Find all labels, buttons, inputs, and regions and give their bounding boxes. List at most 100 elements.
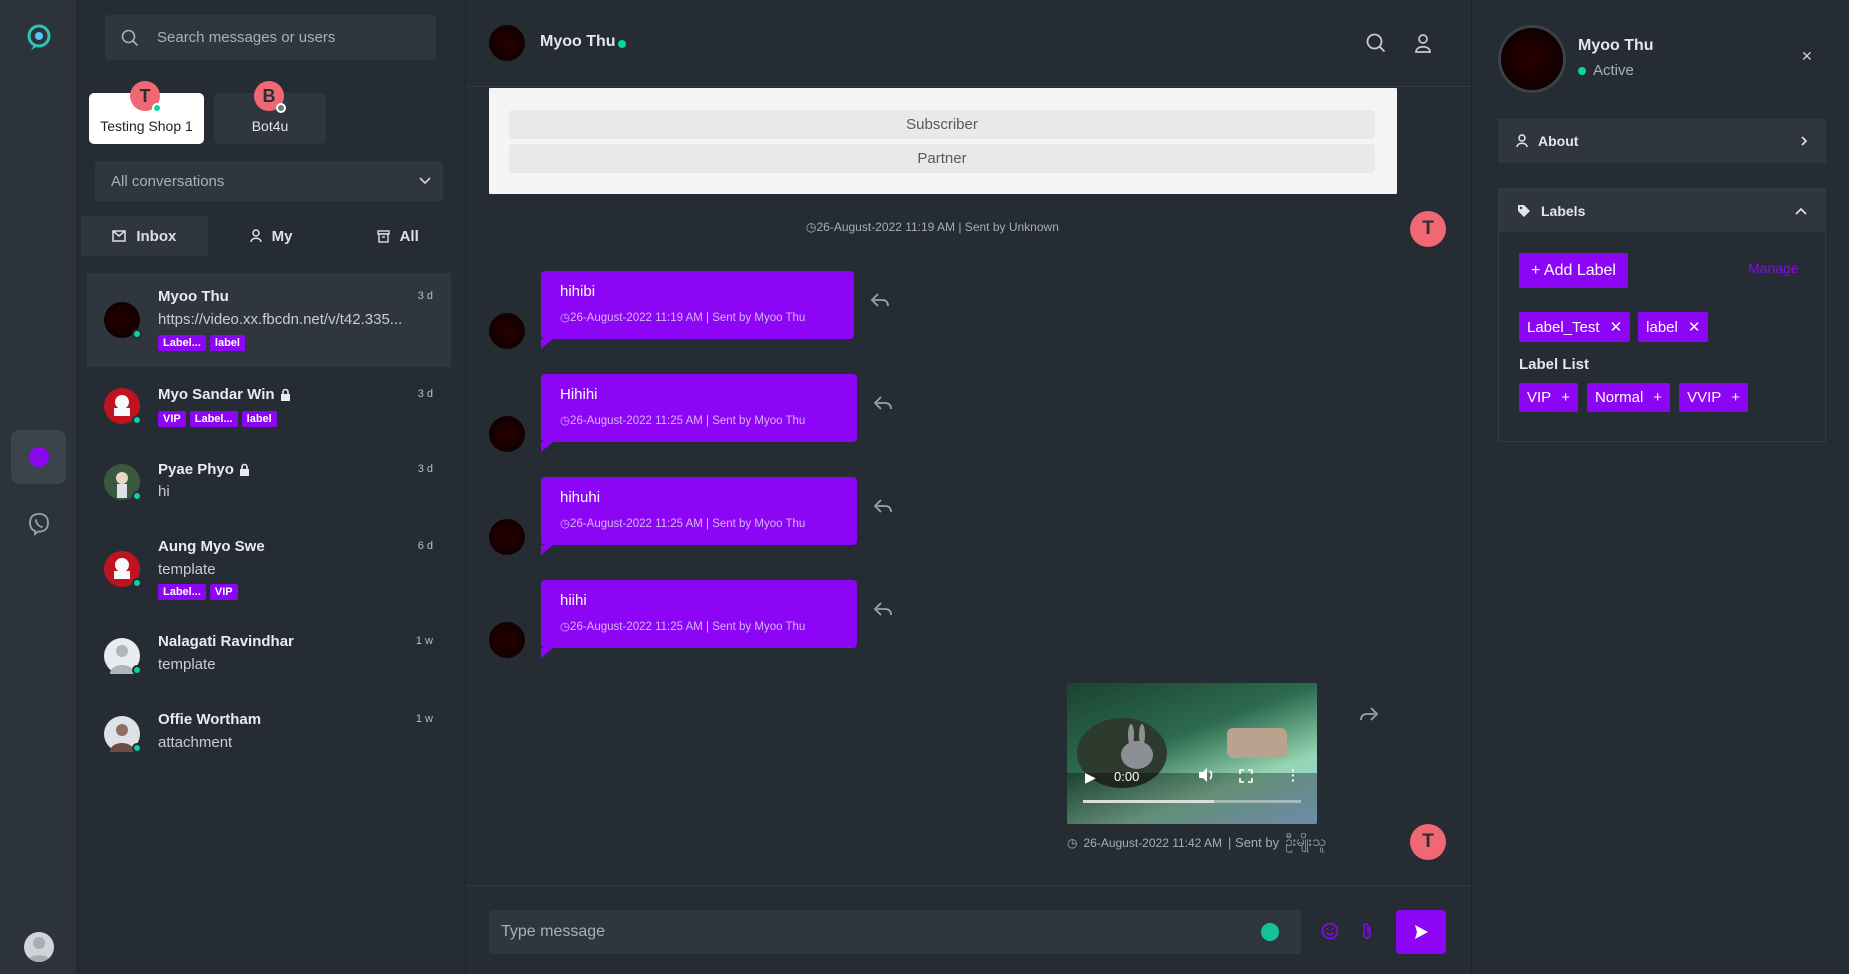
- play-icon[interactable]: ▶: [1085, 769, 1096, 786]
- forward-button[interactable]: [1359, 706, 1379, 726]
- video-progress-bar[interactable]: [1083, 800, 1301, 803]
- subscriber-button[interactable]: Subscriber: [509, 110, 1375, 139]
- tab-label: Inbox: [136, 227, 177, 245]
- video-time: 0:00: [1114, 769, 1140, 784]
- label-tag: Label...: [189, 411, 238, 427]
- partner-button[interactable]: Partner: [509, 144, 1375, 173]
- search-icon: [1366, 33, 1386, 53]
- message-composer: Type message: [466, 885, 1471, 974]
- chat-header: Myoo Thu: [466, 0, 1471, 87]
- conversation-time: 6 d: [417, 540, 433, 552]
- label-tag: label: [209, 335, 245, 351]
- label-list-chip[interactable]: VVIP +: [1679, 383, 1749, 412]
- online-status-dot: [132, 491, 142, 501]
- reply-button[interactable]: [870, 292, 890, 312]
- label-list: VIP + Normal + VVIP +: [1519, 383, 1749, 412]
- label-list-chip[interactable]: Normal +: [1586, 383, 1671, 412]
- online-status-dot: [152, 103, 162, 113]
- about-label: About: [1538, 133, 1579, 149]
- inbox-chip-testing-shop[interactable]: T Testing Shop 1: [89, 81, 204, 144]
- agent-avatar: T: [1410, 824, 1446, 860]
- reply-button[interactable]: [873, 395, 893, 415]
- conversation-item[interactable]: Myoo Thu https://video.xx.fbcdn.net/v/t4…: [87, 273, 451, 367]
- message-input-placeholder: Type message: [501, 923, 606, 940]
- search-chat-button[interactable]: [1366, 33, 1386, 57]
- volume-icon[interactable]: [1197, 767, 1215, 787]
- add-label-icon[interactable]: +: [1653, 389, 1662, 406]
- contact-avatar[interactable]: [489, 25, 525, 61]
- conversation-item[interactable]: Myo Sandar Win 3 d VIP Label... label: [87, 370, 451, 445]
- manage-labels-link[interactable]: Manage: [1748, 260, 1799, 276]
- filter-value: All conversations: [111, 172, 225, 190]
- contact-avatar: [1498, 25, 1566, 93]
- messenger-icon: [28, 447, 49, 467]
- user-icon: [249, 229, 262, 243]
- close-icon[interactable]: ✕: [1801, 48, 1813, 65]
- send-button[interactable]: [1396, 910, 1446, 954]
- messenger-channel-button[interactable]: [11, 430, 66, 484]
- contact-avatar: [489, 313, 525, 349]
- labels-section: Labels + Add Label Manage Label_Test ✕ l…: [1498, 188, 1826, 442]
- more-options-icon[interactable]: · · ·: [1291, 763, 1296, 787]
- reply-icon: [873, 396, 892, 410]
- video-meta: ◷ 26-August-2022 11:42 AM | Sent by ဦးမျ…: [1067, 832, 1326, 853]
- remove-label-icon[interactable]: ✕: [1610, 318, 1623, 336]
- label-list-title: Label List: [1519, 356, 1590, 373]
- tab-my[interactable]: My: [208, 216, 335, 256]
- label-name: VIP: [1527, 389, 1552, 406]
- profile-name: Myoo Thu: [1578, 37, 1654, 54]
- emoji-button[interactable]: [1321, 922, 1339, 944]
- lock-icon: [280, 388, 290, 401]
- reply-button[interactable]: [873, 498, 893, 518]
- contact-name: Nalagati Ravindhar: [158, 633, 294, 650]
- label-list-chip[interactable]: VIP +: [1519, 383, 1578, 412]
- remove-label-icon[interactable]: ✕: [1688, 318, 1701, 336]
- reply-icon: [873, 499, 892, 513]
- reply-icon: [870, 293, 889, 307]
- tab-all[interactable]: All: [334, 216, 461, 256]
- contact-profile-button[interactable]: [1415, 33, 1431, 57]
- inbox-chip-bot4u[interactable]: B Bot4u: [214, 81, 326, 144]
- search-input[interactable]: Search messages or users: [105, 15, 436, 60]
- message-text: Hihihi: [560, 386, 598, 403]
- message-input[interactable]: Type message: [489, 910, 1301, 954]
- viber-channel-button[interactable]: [11, 497, 66, 551]
- label-tag: VIP: [158, 411, 186, 427]
- chevron-down-icon: [419, 177, 431, 185]
- message-meta: 26-August-2022 11:19 AM | Sent by Myoo T…: [570, 312, 806, 324]
- user-avatar[interactable]: [24, 932, 54, 962]
- add-label-button[interactable]: + Add Label: [1519, 253, 1628, 288]
- label-tag: Label...: [158, 335, 206, 351]
- clock-icon: ◷: [560, 415, 571, 427]
- add-label-icon[interactable]: +: [1561, 389, 1570, 406]
- clock-icon: ◷: [1067, 835, 1078, 850]
- tab-inbox[interactable]: Inbox: [81, 216, 208, 256]
- video-player[interactable]: ▶ 0:00 · · ·: [1067, 683, 1317, 824]
- labels-header[interactable]: Labels: [1499, 189, 1825, 232]
- tab-label: All: [399, 227, 419, 245]
- app-logo-icon[interactable]: [25, 23, 53, 55]
- fullscreen-icon[interactable]: [1239, 769, 1253, 787]
- conversation-filter-select[interactable]: All conversations: [95, 161, 443, 201]
- assigned-label-chip: label ✕: [1638, 312, 1709, 342]
- conversation-item[interactable]: Pyae Phyo hi 3 d: [87, 445, 451, 520]
- user-icon: [1415, 34, 1431, 53]
- incoming-message: hihuhi ◷26-August-2022 11:25 AM | Sent b…: [541, 477, 857, 555]
- grammarly-icon[interactable]: [1261, 923, 1279, 941]
- conversation-item[interactable]: Offie Wortham attachment 1 w: [87, 698, 451, 773]
- add-label-icon[interactable]: +: [1731, 389, 1740, 406]
- clock-icon: ◷: [560, 518, 571, 530]
- message-meta: 26-August-2022 11:25 AM | Sent by Myoo T…: [570, 621, 806, 633]
- conversation-item[interactable]: Nalagati Ravindhar template 1 w: [87, 620, 451, 695]
- message-meta: 26-August-2022 11:25 AM | Sent by Myoo T…: [570, 518, 806, 530]
- reply-button[interactable]: [873, 601, 893, 621]
- contact-avatar: [489, 416, 525, 452]
- about-section[interactable]: About: [1498, 119, 1826, 163]
- contact-avatar: [489, 622, 525, 658]
- conversation-item[interactable]: Aung Myo Swe template 6 d Label... VIP: [87, 524, 451, 616]
- conversation-time: 1 w: [415, 635, 433, 647]
- online-status-dot: [132, 329, 142, 339]
- assigned-labels: Label_Test ✕ label ✕: [1519, 312, 1709, 342]
- conversation-time: 3 d: [417, 388, 433, 400]
- attachment-button[interactable]: [1359, 922, 1375, 944]
